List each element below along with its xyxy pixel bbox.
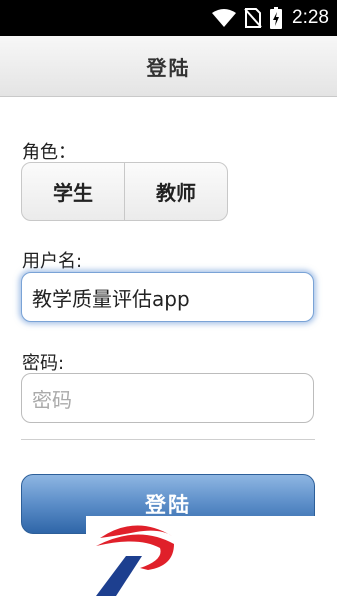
role-label: 角色： bbox=[22, 142, 76, 163]
role-selector: 学生 教师 bbox=[21, 162, 228, 221]
divider bbox=[21, 439, 315, 440]
wifi-icon bbox=[212, 9, 237, 27]
role-option-teacher[interactable]: 教师 bbox=[124, 163, 227, 220]
password-input[interactable]: 密码 bbox=[21, 373, 314, 423]
status-bar: 2:28 bbox=[0, 0, 337, 36]
role-option-student[interactable]: 学生 bbox=[22, 163, 124, 220]
login-button-label: 登陆 bbox=[145, 493, 191, 517]
password-label: 密码: bbox=[22, 353, 65, 374]
page-title: 登陆 bbox=[146, 55, 191, 80]
status-time: 2:28 bbox=[292, 7, 329, 28]
username-value: 教学质量评估app bbox=[32, 286, 190, 311]
username-label: 用户名: bbox=[22, 251, 83, 272]
password-placeholder: 密码 bbox=[32, 387, 72, 412]
brand-logo-icon bbox=[96, 525, 174, 596]
battery-charging-icon bbox=[270, 7, 283, 29]
brand-logo bbox=[86, 516, 337, 599]
username-input[interactable]: 教学质量评估app bbox=[21, 272, 314, 322]
no-sim-icon bbox=[244, 8, 262, 28]
app-header: 登陆 bbox=[0, 36, 337, 97]
